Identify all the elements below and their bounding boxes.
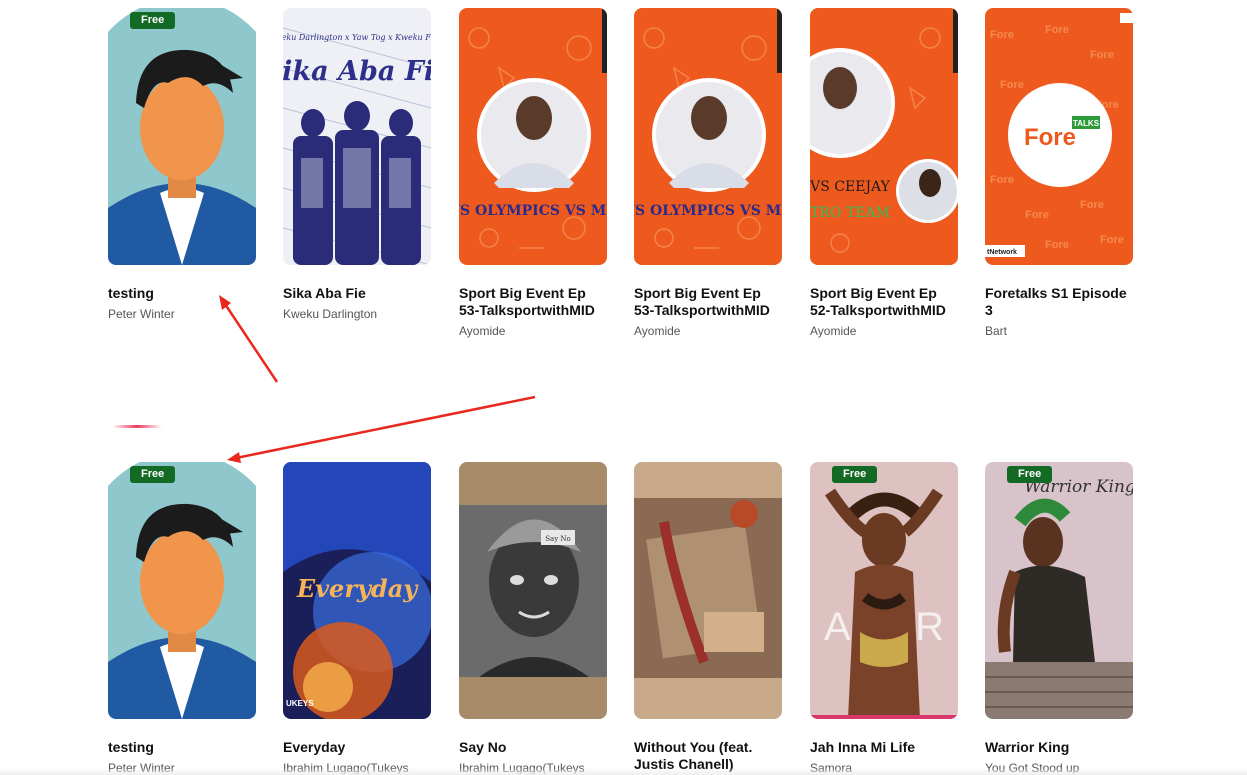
cover-image[interactable]: Warrior King Free: [985, 462, 1133, 719]
episode-card[interactable]: Free testing Peter Winter: [108, 8, 258, 321]
episode-title[interactable]: Foretalks S1 Episode 3: [985, 285, 1135, 319]
free-badge: Free: [1007, 466, 1053, 483]
section-divider: [112, 425, 162, 428]
cover-tag-text: TALKS: [1073, 119, 1100, 128]
svg-text:Fore: Fore: [990, 29, 1014, 41]
episode-artist[interactable]: Peter Winter: [108, 307, 258, 321]
album-art-icon: Everyday UKEYS: [283, 462, 431, 719]
cover-image[interactable]: Free: [108, 462, 256, 719]
episode-card[interactable]: VS OLYMPICS VS ME Sport Big Event Ep 53-…: [459, 8, 609, 338]
episode-card[interactable]: Say No Say No Ibrahim Lugago(Tukeys: [459, 462, 609, 775]
cover-corner-text: tNetwork: [987, 249, 1017, 256]
cover-title-text: Say No: [545, 535, 571, 543]
episode-card[interactable]: VS OLYMPICS VS ME Sport Big Event Ep 53-…: [634, 8, 784, 338]
svg-text:Fore: Fore: [1045, 239, 1069, 251]
cover-image[interactable]: Fore Fore Fore Fore Fore Fore Fore Fore Fore Fo…: [985, 8, 1133, 265]
cover-image[interactable]: VS CEEJAY TRO TEAM: [810, 8, 958, 265]
cover-title-text: Sika Aba Fie: [283, 56, 431, 87]
cover-image[interactable]: AMOR Free: [810, 462, 958, 719]
scroll-edge: [0, 768, 1247, 775]
episode-title[interactable]: Sport Big Event Ep 53-TalksportwithMID: [459, 285, 609, 319]
free-badge: Free: [130, 466, 176, 483]
episode-card[interactable]: Fore Fore Fore Fore Fore Fore Fore Fore Fore Fo…: [985, 8, 1135, 338]
episode-title[interactable]: Sika Aba Fie: [283, 285, 433, 302]
episode-title[interactable]: testing: [108, 285, 258, 302]
episode-artist[interactable]: Ayomide: [634, 324, 784, 338]
episode-title[interactable]: Everyday: [283, 739, 433, 756]
podcast-art-icon: VS OLYMPICS VS ME: [459, 8, 607, 265]
episode-card[interactable]: AMOR Free Jah Inna Mi Life Samora: [810, 462, 960, 775]
default-avatar-icon: [108, 8, 256, 265]
episode-card[interactable]: Everyday UKEYS Everyday Ibrahim Lugago(T…: [283, 462, 433, 775]
cover-title-text: VS OLYMPICS VS ME: [634, 203, 782, 219]
episode-card[interactable]: Free testing Peter Winter: [108, 462, 258, 775]
cover-image[interactable]: Everyday UKEYS: [283, 462, 431, 719]
episode-title[interactable]: testing: [108, 739, 258, 756]
cover-credits: Kweku Darlington x Yaw Tog x Kweku Flick: [283, 33, 431, 42]
svg-text:Fore: Fore: [1025, 209, 1049, 221]
album-art-icon: Say No: [459, 462, 607, 719]
episode-artist[interactable]: Bart: [985, 324, 1135, 338]
svg-text:Fore: Fore: [1045, 24, 1069, 36]
svg-text:Fore: Fore: [1000, 79, 1024, 91]
cover-image[interactable]: [634, 462, 782, 719]
episode-card[interactable]: Without You (feat. Justis Chanell): [634, 462, 784, 775]
episode-title[interactable]: Say No: [459, 739, 609, 756]
svg-text:Fore: Fore: [1090, 49, 1114, 61]
default-avatar-icon: [108, 462, 256, 719]
cover-image[interactable]: Free: [108, 8, 256, 265]
cover-corner-text: UKEYS: [286, 699, 314, 708]
cover-logo-text: Fore: [1024, 124, 1076, 151]
cover-title-text: Everyday: [296, 574, 419, 603]
podcast-art-icon: VS CEEJAY TRO TEAM: [810, 8, 958, 265]
free-badge: Free: [130, 12, 176, 29]
episode-artist[interactable]: Ayomide: [459, 324, 609, 338]
cover-subtitle-text: TRO TEAM: [810, 205, 890, 221]
episode-card[interactable]: VS CEEJAY TRO TEAM Sport Big Event Ep 52…: [810, 8, 960, 338]
cover-image[interactable]: VS OLYMPICS VS ME: [634, 8, 782, 265]
cover-title-text: VS OLYMPICS VS ME: [459, 203, 607, 219]
podcast-art-icon: VS OLYMPICS VS ME: [634, 8, 782, 265]
episode-title[interactable]: Sport Big Event Ep 52-TalksportwithMID: [810, 285, 960, 319]
episode-artist[interactable]: Ayomide: [810, 324, 960, 338]
episode-artist[interactable]: Kweku Darlington: [283, 307, 433, 321]
svg-text:Fore: Fore: [1080, 199, 1104, 211]
free-badge: Free: [832, 466, 878, 483]
cover-image[interactable]: VS OLYMPICS VS ME: [459, 8, 607, 265]
album-art-icon: Warrior King: [985, 462, 1133, 719]
cover-image[interactable]: Say No: [459, 462, 607, 719]
episode-card[interactable]: Warrior King Free Warrior King You Got S…: [985, 462, 1135, 775]
svg-text:Fore: Fore: [1100, 234, 1124, 246]
episode-card[interactable]: Kweku Darlington x Yaw Tog x Kweku Flick…: [283, 8, 433, 321]
episode-title[interactable]: Warrior King: [985, 739, 1135, 756]
album-art-icon: Kweku Darlington x Yaw Tog x Kweku Flick…: [283, 8, 431, 265]
episode-title[interactable]: Sport Big Event Ep 53-TalksportwithMID: [634, 285, 784, 319]
cover-image[interactable]: Kweku Darlington x Yaw Tog x Kweku Flick…: [283, 8, 431, 265]
foretalks-logo-icon: Fore Fore Fore Fore Fore Fore Fore Fore Fore Fo…: [985, 8, 1133, 265]
svg-text:Fore: Fore: [990, 174, 1014, 186]
episode-title[interactable]: Jah Inna Mi Life: [810, 739, 960, 756]
album-art-icon: AMOR: [810, 462, 958, 719]
album-art-icon: [634, 462, 782, 719]
cover-title-text: VS CEEJAY: [810, 179, 891, 195]
